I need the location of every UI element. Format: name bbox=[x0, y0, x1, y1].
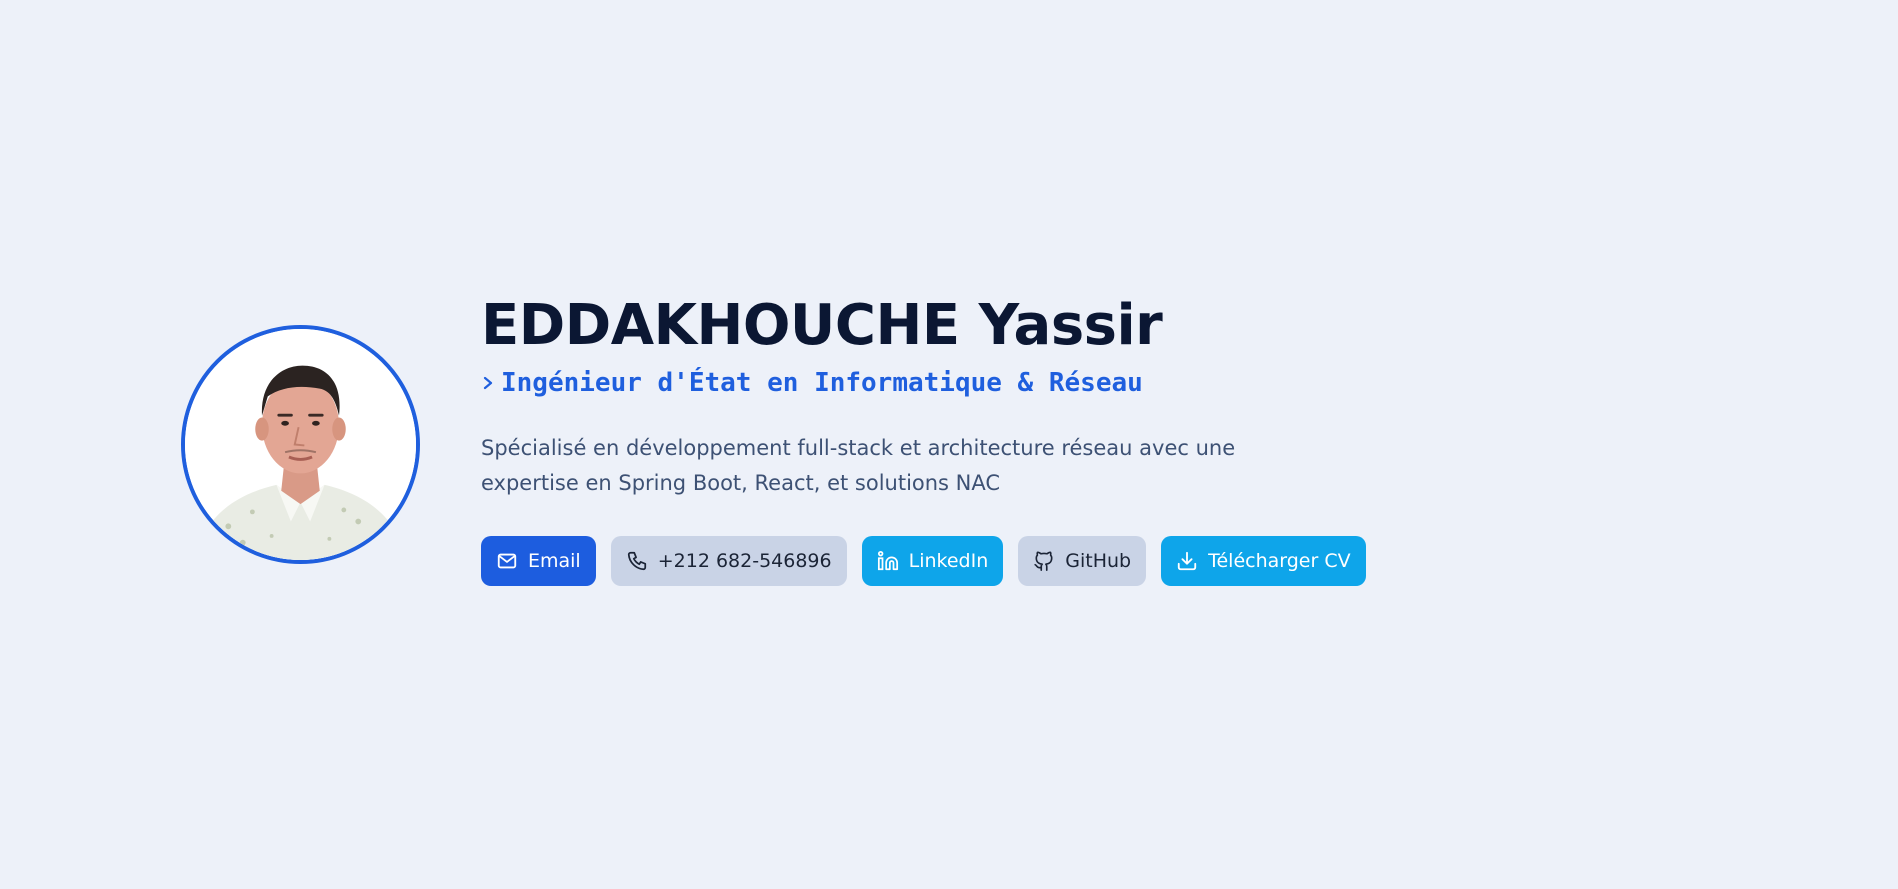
download-icon bbox=[1177, 551, 1197, 571]
linkedin-icon bbox=[877, 550, 898, 571]
email-button-label: Email bbox=[528, 550, 581, 572]
github-button-label: GitHub bbox=[1065, 550, 1132, 572]
profile-role-text: Ingénieur d'État en Informatique & Résea… bbox=[501, 368, 1143, 398]
download-cv-button-label: Télécharger CV bbox=[1208, 550, 1351, 572]
phone-button-label: +212 682-546896 bbox=[657, 550, 832, 572]
linkedin-button[interactable]: LinkedIn bbox=[861, 536, 1004, 586]
profile-description: Spécialisé en développement full-stack e… bbox=[481, 436, 1236, 495]
contact-actions: Email +212 682-546896 LinkedIn GitHub Té… bbox=[481, 536, 1581, 586]
phone-button[interactable]: +212 682-546896 bbox=[610, 536, 847, 586]
profile-info: EDDAKHOUCHE Yassir Ingénieur d'État en I… bbox=[481, 288, 1581, 586]
hero-section: EDDAKHOUCHE Yassir Ingénieur d'État en I… bbox=[0, 0, 1898, 889]
email-button[interactable]: Email bbox=[481, 536, 596, 586]
download-cv-button[interactable]: Télécharger CV bbox=[1161, 536, 1366, 586]
profile-photo bbox=[185, 329, 416, 560]
chevron-right-icon bbox=[483, 376, 493, 390]
mail-icon bbox=[497, 553, 517, 569]
phone-icon bbox=[627, 551, 646, 571]
linkedin-button-label: LinkedIn bbox=[908, 550, 989, 572]
github-icon bbox=[1034, 551, 1053, 571]
github-button[interactable]: GitHub bbox=[1018, 536, 1147, 586]
avatar bbox=[181, 325, 420, 564]
profile-name: EDDAKHOUCHE Yassir bbox=[481, 293, 1163, 358]
profile-role: Ingénieur d'État en Informatique & Résea… bbox=[481, 365, 1581, 401]
